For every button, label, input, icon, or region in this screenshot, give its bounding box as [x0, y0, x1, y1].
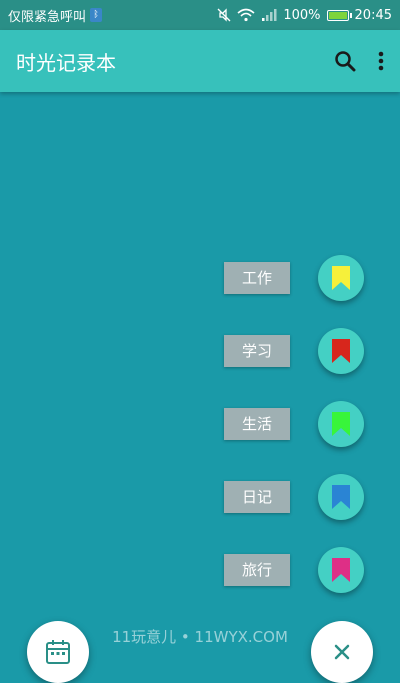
menu-item-diary[interactable]: 日记 [164, 473, 364, 521]
menu-label-study[interactable]: 学习 [224, 335, 290, 367]
battery-icon [326, 9, 352, 21]
search-icon [335, 51, 356, 72]
menu-item-work[interactable]: 工作 [164, 254, 364, 302]
bookmark-icon [332, 412, 350, 436]
battery-percent: 100% [283, 7, 321, 23]
menu-fab-study[interactable] [318, 328, 364, 374]
more-vert-icon [378, 51, 384, 71]
menu-label-life[interactable]: 生活 [224, 408, 290, 440]
bluetooth-icon: ᛒ [90, 8, 103, 22]
clock: 20:45 [354, 7, 392, 23]
search-button[interactable] [334, 50, 356, 72]
menu-item-life[interactable]: 生活 [164, 400, 364, 448]
bookmark-icon [332, 485, 350, 509]
watermark: 11玩意儿 • 11WYX.COM [112, 628, 288, 646]
menu-fab-life[interactable] [318, 401, 364, 447]
app-bar-actions [334, 50, 384, 72]
app-bar: 时光记录本 [0, 30, 400, 92]
signal-icon [262, 9, 277, 21]
mute-icon [217, 8, 231, 22]
wifi-icon [237, 8, 255, 22]
carrier-text: 仅限紧急呼叫 [8, 9, 87, 25]
menu-item-study[interactable]: 学习 [164, 327, 364, 375]
menu-label-work[interactable]: 工作 [224, 262, 290, 294]
menu-label-travel[interactable]: 旅行 [224, 554, 290, 586]
status-left: 仅限紧急呼叫 ᛒ [8, 6, 103, 25]
app-title: 时光记录本 [16, 50, 116, 75]
more-options-button[interactable] [378, 50, 384, 72]
bookmark-icon [332, 558, 350, 582]
menu-fab-travel[interactable] [318, 547, 364, 593]
menu-item-travel[interactable]: 旅行 [164, 546, 364, 594]
menu-label-diary[interactable]: 日记 [224, 481, 290, 513]
status-right: 100% 20:45 [217, 8, 392, 23]
bookmark-icon [332, 339, 350, 363]
menu-fab-work[interactable] [318, 255, 364, 301]
status-bar: 仅限紧急呼叫 ᛒ 100% 20:45 [0, 0, 400, 30]
menu-fab-diary[interactable] [318, 474, 364, 520]
bookmark-icon [332, 266, 350, 290]
